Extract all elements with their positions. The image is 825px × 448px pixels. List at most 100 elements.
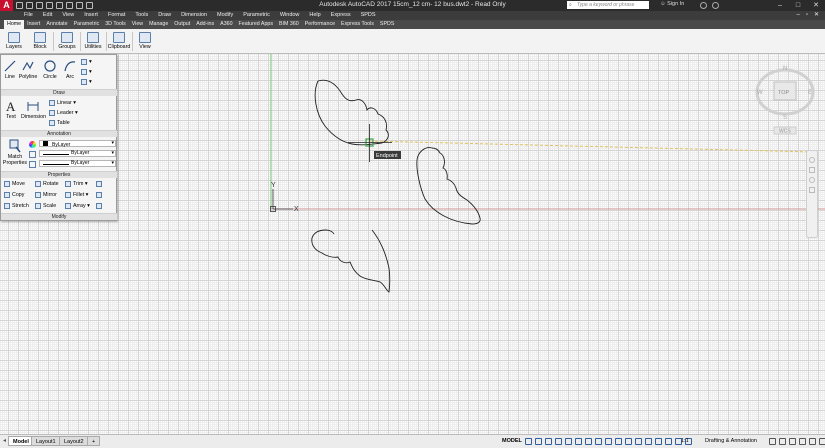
tabs-left-icon[interactable]: ◂ — [3, 437, 6, 444]
offset-button[interactable] — [96, 203, 104, 209]
arc-button[interactable]: Arc — [62, 59, 78, 80]
ortho-icon[interactable] — [545, 438, 552, 445]
menu-item[interactable]: Draw — [158, 11, 171, 20]
modify-panel-title[interactable]: Modify — [1, 213, 117, 220]
menu-item[interactable]: Parametric — [243, 11, 270, 20]
grid-icon[interactable] — [525, 438, 532, 445]
osnap-icon[interactable] — [585, 438, 592, 445]
tab-parametric[interactable]: Parametric — [71, 20, 103, 29]
tab-layout1[interactable]: Layout1 — [31, 436, 61, 446]
units-icon[interactable] — [779, 438, 786, 445]
redo-icon[interactable] — [76, 2, 83, 9]
menu-item[interactable]: Window — [280, 11, 300, 20]
orbit-icon[interactable] — [809, 187, 815, 193]
color-dropdown[interactable]: ByLayer ▾ — [39, 140, 116, 148]
move-button[interactable]: Move — [4, 181, 25, 187]
match-properties-button[interactable]: Match Properties — [2, 139, 28, 166]
tab-performance[interactable]: Performance — [302, 20, 338, 29]
dynamic-ucs-icon[interactable] — [635, 438, 642, 445]
hardware-acceleration-icon[interactable] — [819, 438, 825, 445]
lineweight-toggle-icon[interactable] — [595, 438, 602, 445]
zoom-icon[interactable] — [809, 177, 815, 183]
fillet-button[interactable]: Fillet ▾ — [65, 192, 88, 198]
annotation-visibility-icon[interactable] — [665, 438, 672, 445]
tab-spds[interactable]: SPDS — [377, 20, 397, 29]
workspace-switch[interactable]: Drafting & Annotation — [705, 437, 757, 446]
array-button[interactable]: Array ▾ — [65, 203, 90, 209]
tab-bim-360[interactable]: BIM 360 — [276, 20, 302, 29]
search-input[interactable]: ⌕ Type a keyword or phrase — [567, 1, 649, 9]
polyline-button[interactable]: Polyline — [18, 59, 38, 80]
compass-west[interactable]: W — [757, 90, 763, 96]
doc-close-icon[interactable]: ✕ — [814, 11, 819, 20]
menu-item[interactable]: Insert — [84, 11, 98, 20]
selection-filter-icon[interactable] — [645, 438, 652, 445]
isolate-objects-icon[interactable] — [809, 438, 816, 445]
undo-icon[interactable] — [66, 2, 73, 9]
table-draw-button[interactable]: ▾ — [81, 79, 92, 85]
tab-add-ins[interactable]: Add-ins — [193, 20, 217, 29]
new-icon[interactable] — [16, 2, 23, 9]
gizmo-icon[interactable] — [655, 438, 662, 445]
menu-item[interactable]: View — [62, 11, 74, 20]
tab-annotate[interactable]: Annotate — [43, 20, 70, 29]
utilities-button[interactable]: Utilities — [81, 31, 105, 53]
menu-item[interactable]: SPDS — [361, 11, 376, 20]
plus-icon[interactable] — [769, 438, 776, 445]
rectangle-button[interactable]: ▾ — [81, 59, 92, 65]
compass-south[interactable]: S — [783, 115, 787, 121]
block-button[interactable]: Block — [28, 31, 52, 53]
explode-button[interactable] — [96, 192, 104, 198]
layers-button[interactable]: Layers — [2, 31, 26, 53]
menu-item[interactable]: Express — [331, 11, 351, 20]
minimize-icon[interactable]: – — [771, 0, 789, 11]
compass-north[interactable]: N — [783, 66, 787, 72]
model-space-toggle[interactable]: MODEL — [502, 437, 522, 446]
tab-3d-tools[interactable]: 3D Tools — [102, 20, 129, 29]
exchange-icon[interactable] — [700, 2, 707, 9]
rotate-button[interactable]: Rotate — [35, 181, 59, 187]
tab-manage[interactable]: Manage — [146, 20, 171, 29]
leader-button[interactable]: Leader ▾ — [49, 110, 78, 116]
pan-icon[interactable] — [809, 167, 815, 173]
menu-item[interactable]: Help — [309, 11, 320, 20]
doc-restore-icon[interactable]: ▫ — [806, 11, 808, 20]
menu-item[interactable]: Tools — [135, 11, 148, 20]
tab-model[interactable]: Model — [8, 436, 34, 446]
erase-button[interactable] — [96, 181, 104, 187]
quick-properties-icon[interactable] — [789, 438, 796, 445]
3d-osnap-icon[interactable] — [625, 438, 632, 445]
save-icon[interactable] — [36, 2, 43, 9]
lock-ui-icon[interactable] — [799, 438, 806, 445]
trim-button[interactable]: Trim ▾ — [65, 181, 88, 187]
dimension-button[interactable]: Dimension — [21, 99, 46, 120]
draw-panel-title[interactable]: Draw — [1, 89, 117, 96]
hatch-button[interactable]: ▾ — [81, 69, 92, 75]
maximize-icon[interactable]: □ — [789, 0, 807, 11]
compass-east[interactable]: E — [808, 90, 812, 96]
table-button[interactable]: Table — [49, 120, 70, 126]
tab-home[interactable]: Home — [4, 20, 25, 29]
mirror-button[interactable]: Mirror — [35, 192, 57, 198]
add-layout-button[interactable]: + — [87, 436, 101, 446]
close-icon[interactable]: ✕ — [807, 0, 825, 11]
linetype-dropdown[interactable]: ByLayer ▾ — [39, 160, 116, 167]
selection-cycling-icon[interactable] — [615, 438, 622, 445]
object-tracking-icon[interactable] — [575, 438, 582, 445]
properties-panel-title[interactable]: Properties — [1, 171, 117, 178]
tab-view[interactable]: View — [129, 20, 146, 29]
menu-item[interactable]: File — [24, 11, 33, 20]
viewcube[interactable]: TOP N S W E WCS — [752, 60, 816, 140]
tab-insert[interactable]: Insert — [24, 20, 43, 29]
annotation-scale[interactable]: 1:1 — [681, 437, 689, 446]
share-icon[interactable] — [86, 2, 93, 9]
tab-output[interactable]: Output — [171, 20, 193, 29]
menu-item[interactable]: Edit — [43, 11, 52, 20]
copy-button[interactable]: Copy — [4, 192, 24, 198]
view-button[interactable]: View — [133, 31, 157, 53]
application-menu-button[interactable]: A — [0, 0, 13, 11]
snap-icon[interactable] — [535, 438, 542, 445]
circle-button[interactable]: Circle — [40, 59, 60, 80]
help-icon[interactable] — [712, 2, 719, 9]
drawing-area[interactable]: Endpoint Y X — [0, 54, 825, 434]
